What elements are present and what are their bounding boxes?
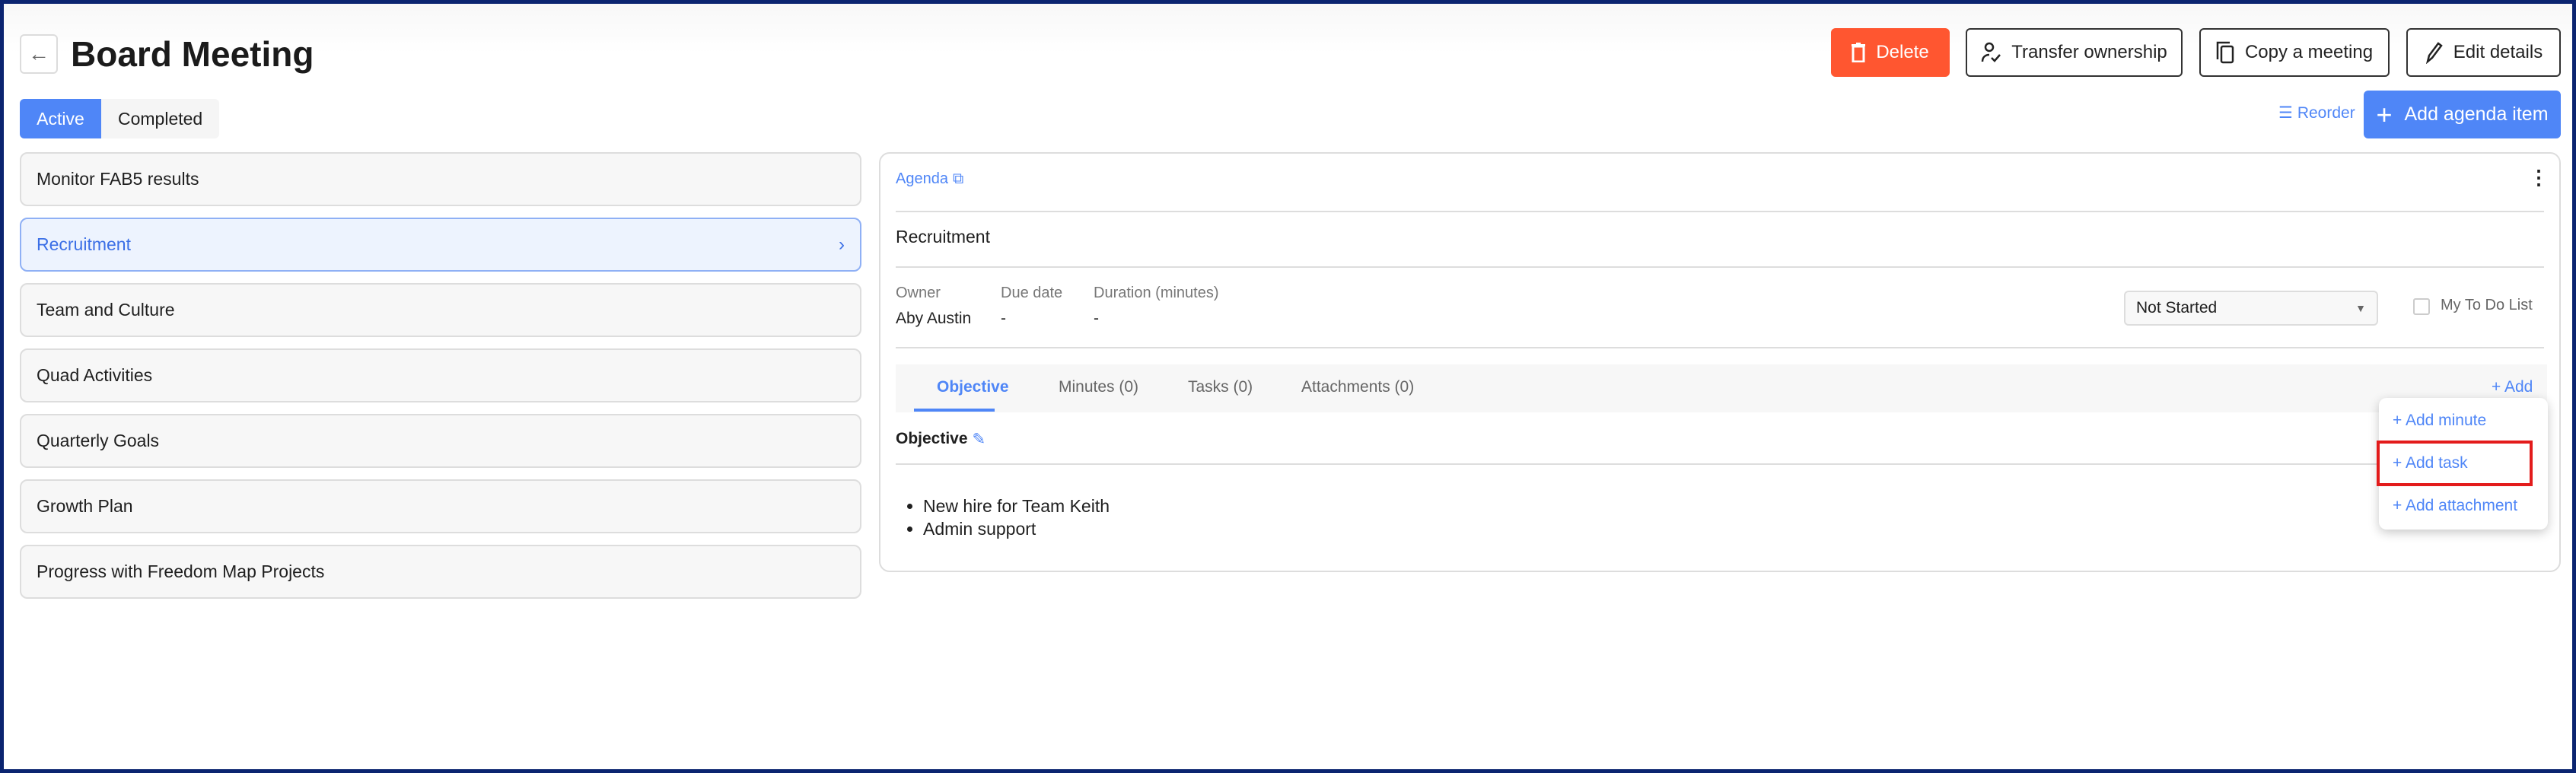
divider: [896, 347, 2544, 348]
tab-minutes[interactable]: Minutes (0): [1059, 378, 1138, 396]
edit-pencil-icon[interactable]: ✎: [973, 430, 986, 449]
objective-bullet: Admin support: [923, 517, 1110, 540]
tab-active[interactable]: Active: [20, 99, 101, 138]
transfer-ownership-button[interactable]: Transfer ownership: [1966, 28, 2183, 77]
edit-details-button[interactable]: Edit details: [2406, 28, 2561, 77]
agenda-item[interactable]: Progress with Freedom Map Projects: [20, 545, 861, 599]
pencil-icon: [2425, 42, 2443, 64]
page-title: Board Meeting: [71, 34, 314, 74]
menu-item-add-minute[interactable]: + Add minute: [2393, 412, 2486, 430]
objective-heading: Objective ✎: [896, 430, 986, 449]
divider: [896, 266, 2544, 268]
agenda-item[interactable]: Monitor FAB5 results: [20, 152, 861, 206]
tab-attachments[interactable]: Attachments (0): [1301, 378, 1414, 396]
due-date-value: -: [1001, 310, 1006, 327]
agenda-item[interactable]: Quarterly Goals: [20, 414, 861, 468]
chevron-right-icon: ›: [839, 234, 845, 255]
agenda-item[interactable]: Team and Culture: [20, 283, 861, 337]
agenda-item-title: Recruitment: [896, 227, 990, 247]
agenda-link[interactable]: Agenda ⧉: [896, 170, 963, 188]
top-band: [0, 0, 2576, 53]
highlight-box: [2377, 441, 2533, 486]
divider: [896, 463, 2544, 465]
todo-checkbox[interactable]: [2413, 298, 2430, 315]
add-agenda-item-button[interactable]: + Add agenda item: [2364, 91, 2561, 138]
add-button[interactable]: + Add: [2492, 378, 2533, 396]
plus-icon: +: [2376, 98, 2393, 130]
user-check-icon: [1981, 42, 2001, 62]
caret-down-icon: ▼: [2355, 302, 2366, 314]
copy-meeting-button[interactable]: Copy a meeting: [2199, 28, 2390, 77]
list-icon: ☰: [2278, 104, 2293, 122]
due-date-label: Due date: [1001, 285, 1063, 301]
back-button[interactable]: ←: [20, 34, 58, 74]
owner-value: Aby Austin: [896, 310, 972, 327]
divider: [896, 211, 2544, 212]
status-filter-tabs: Active Completed: [20, 99, 220, 138]
objective-list: New hire for Team Keith Admin support: [923, 495, 1110, 540]
reorder-button[interactable]: ☰ Reorder: [2278, 103, 2355, 122]
trash-icon: [1852, 43, 1866, 62]
external-link-icon: ⧉: [952, 170, 964, 187]
agenda-item[interactable]: Quad Activities: [20, 348, 861, 402]
active-tab-underline: [914, 409, 995, 412]
status-select[interactable]: Not Started ▼: [2124, 291, 2378, 326]
tab-tasks[interactable]: Tasks (0): [1188, 378, 1253, 396]
agenda-item-selected[interactable]: Recruitment ›: [20, 218, 861, 272]
detail-tabs: Objective Minutes (0) Tasks (0) Attachme…: [896, 364, 2547, 412]
delete-button[interactable]: Delete: [1831, 28, 1950, 77]
agenda-item[interactable]: Growth Plan: [20, 479, 861, 533]
todo-label: My To Do List: [2441, 297, 2533, 313]
owner-label: Owner: [896, 285, 941, 301]
agenda-detail-panel: Agenda ⧉ ⋮ Recruitment Owner Aby Austin D…: [879, 152, 2561, 572]
duration-value: -: [1094, 310, 1099, 327]
menu-item-add-attachment[interactable]: + Add attachment: [2393, 497, 2517, 515]
duration-label: Duration (minutes): [1094, 285, 1219, 301]
arrow-left-icon: ←: [28, 42, 49, 65]
copy-icon: [2216, 41, 2234, 64]
objective-bullet: New hire for Team Keith: [923, 495, 1110, 517]
more-options-icon[interactable]: ⋮: [2529, 166, 2549, 189]
tab-objective[interactable]: Objective: [937, 378, 1009, 396]
tab-completed[interactable]: Completed: [101, 99, 219, 138]
